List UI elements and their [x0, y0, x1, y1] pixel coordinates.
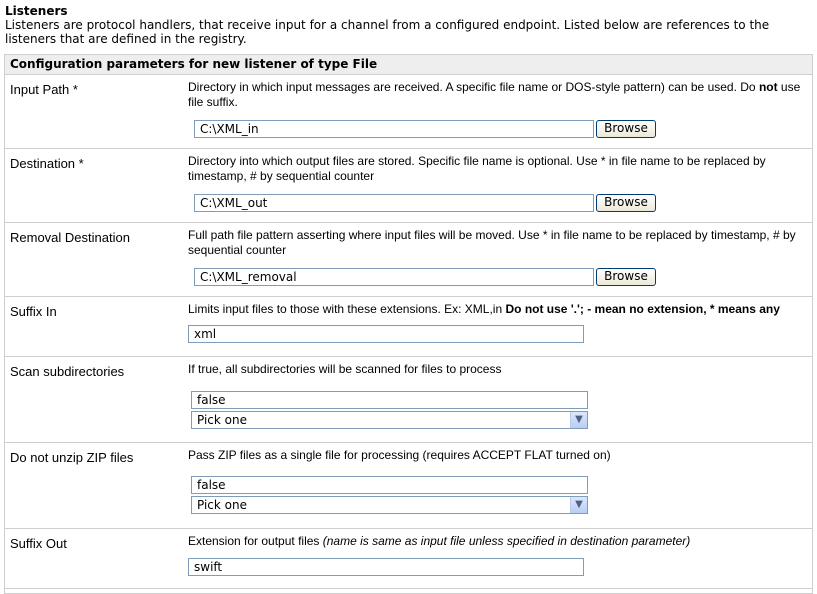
removal-destination-description: Full path file pattern asserting where i… — [188, 228, 796, 257]
do-not-unzip-select-value: Pick one — [197, 498, 247, 512]
destination-field[interactable]: C:\XML_out — [194, 194, 594, 212]
do-not-unzip-label: Do not unzip ZIP files — [10, 450, 134, 465]
row-do-not-unzip: Do not unzip ZIP files Pass ZIP files as… — [5, 443, 812, 529]
row-input-path: Input Path * Directory in which input me… — [5, 75, 812, 149]
config-panel: Configuration parameters for new listene… — [4, 54, 813, 594]
removal-destination-label: Removal Destination — [10, 230, 130, 245]
input-path-field[interactable]: C:\XML_in — [194, 120, 594, 138]
chevron-down-icon[interactable]: ▼ — [570, 497, 587, 513]
suffix-out-field[interactable]: swift — [188, 558, 584, 576]
scan-subdirectories-description: If true, all subdirectories will be scan… — [188, 362, 502, 376]
destination-browse-button[interactable]: Browse — [596, 194, 656, 212]
destination-description: Directory into which output files are st… — [188, 154, 766, 183]
suffix-in-label: Suffix In — [10, 304, 57, 319]
scan-subdirectories-select-value: Pick one — [197, 413, 247, 427]
page-title: Listeners — [5, 4, 68, 18]
row-removal-destination: Removal Destination Full path file patte… — [5, 223, 812, 297]
suffix-in-desc-text: Limits input files to those with these e… — [188, 302, 506, 316]
scan-subdirectories-field[interactable]: false — [191, 391, 588, 409]
suffix-in-field[interactable]: xml — [188, 325, 584, 343]
suffix-out-label: Suffix Out — [10, 536, 67, 551]
row-scan-subdirectories: Scan subdirectories If true, all subdire… — [5, 357, 812, 443]
input-path-description: Directory in which input messages are re… — [188, 80, 810, 110]
input-path-desc-text: Directory in which input messages are re… — [188, 80, 759, 94]
destination-label: Destination * — [10, 156, 84, 171]
do-not-unzip-description: Pass ZIP files as a single file for proc… — [188, 448, 611, 462]
do-not-unzip-field[interactable]: false — [191, 476, 588, 494]
row-suffix-out: Suffix Out Extension for output files (n… — [5, 529, 812, 589]
scan-subdirectories-label: Scan subdirectories — [10, 364, 125, 379]
scan-subdirectories-select[interactable]: Pick one ▼ — [191, 411, 588, 429]
suffix-out-description: Extension for output files (name is same… — [188, 534, 810, 549]
panel-title: Configuration parameters for new listene… — [5, 55, 812, 75]
suffix-out-desc-text: Extension for output files — [188, 534, 323, 548]
removal-destination-field[interactable]: C:\XML_removal — [194, 268, 594, 286]
suffix-out-desc-note: (name is same as input file unless speci… — [322, 534, 691, 548]
input-path-label: Input Path * — [10, 82, 78, 97]
row-destination: Destination * Directory into which outpu… — [5, 149, 812, 223]
suffix-in-description: Limits input files to those with these e… — [188, 302, 810, 317]
row-suffix-in: Suffix In Limits input files to those wi… — [5, 297, 812, 357]
suffix-in-desc-emphasis: Do not use '.'; - mean no extension, * m… — [505, 302, 780, 316]
input-path-browse-button[interactable]: Browse — [596, 120, 656, 138]
do-not-unzip-select[interactable]: Pick one ▼ — [191, 496, 588, 514]
listener-config-page: Listeners Listeners are protocol handler… — [0, 0, 817, 594]
page-intro: Listeners are protocol handlers, that re… — [5, 18, 770, 46]
removal-destination-browse-button[interactable]: Browse — [596, 268, 656, 286]
input-path-desc-emphasis: not — [758, 80, 778, 94]
chevron-down-icon[interactable]: ▼ — [570, 412, 587, 428]
